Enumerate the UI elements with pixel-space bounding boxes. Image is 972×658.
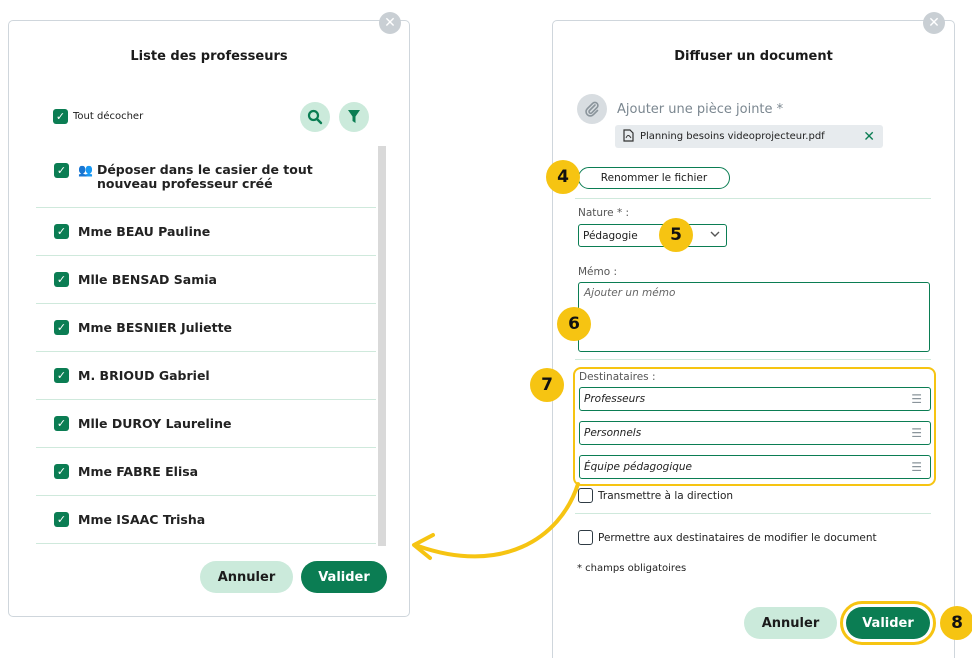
paperclip-icon <box>577 94 607 124</box>
list-item[interactable]: ✓ Mme BEAU Pauline <box>36 208 376 256</box>
teacher-name: Mlle DUROY Laureline <box>78 416 232 431</box>
teacher-name: Mme FABRE Elisa <box>78 464 199 479</box>
list-icon[interactable]: ☰ <box>911 460 922 474</box>
recipients-highlight: Destinataires : Professeurs ☰ Personnels… <box>573 367 936 486</box>
divider <box>575 198 931 199</box>
remove-file-icon[interactable]: ✕ <box>863 129 875 145</box>
dialog-title: Liste des professeurs <box>130 49 288 64</box>
share-document-dialog: Diffuser un document Ajouter une pièce j… <box>552 20 955 658</box>
add-attachment[interactable]: Ajouter une pièce jointe * <box>577 94 783 124</box>
close-icon[interactable]: ✕ <box>923 12 945 34</box>
list-item[interactable]: ✓ Mlle BENSAD Samia <box>36 256 376 304</box>
close-icon[interactable]: ✕ <box>379 12 401 34</box>
recipient-field-value: Professeurs <box>584 393 646 405</box>
list-icon[interactable]: ☰ <box>911 392 922 406</box>
recipients-label: Destinataires : <box>579 371 656 383</box>
attached-file-chip: Planning besoins videoprojecteur.pdf ✕ <box>615 125 883 148</box>
callout-badge: 4 <box>546 160 580 194</box>
pdf-file-icon <box>623 128 634 145</box>
checkbox-checked-icon: ✓ <box>54 368 69 383</box>
teacher-list[interactable]: ✓ 👥 Déposer dans le casier de tout nouve… <box>36 146 386 546</box>
teacher-name: M. BRIOUD Gabriel <box>78 368 210 383</box>
validate-highlight-ring <box>840 601 936 645</box>
checkbox-checked-icon: ✓ <box>54 320 69 335</box>
checkbox-checked-icon: ✓ <box>54 464 69 479</box>
teacher-name: Mme ISAAC Trisha <box>78 512 206 527</box>
filter-icon[interactable] <box>339 102 369 132</box>
validate-button[interactable]: Valider <box>301 561 387 593</box>
nature-label: Nature * : <box>578 207 630 219</box>
callout-badge: 7 <box>530 368 564 402</box>
deposit-option-row[interactable]: ✓ 👥 Déposer dans le casier de tout nouve… <box>36 146 376 208</box>
checkbox-checked-icon: ✓ <box>54 224 69 239</box>
dialog-title: Diffuser un document <box>674 49 833 64</box>
toggle-all-label: Tout décocher <box>73 111 144 122</box>
divider <box>575 359 931 360</box>
checkbox-unchecked-icon <box>578 488 593 503</box>
cancel-button[interactable]: Annuler <box>200 561 293 593</box>
attached-file-name: Planning besoins videoprojecteur.pdf <box>640 131 825 142</box>
forward-direction-checkbox[interactable]: Transmettre à la direction <box>578 488 733 503</box>
recipient-field-team[interactable]: Équipe pédagogique ☰ <box>579 455 931 479</box>
list-item[interactable]: ✓ Mme ISAAC Trisha <box>36 496 376 544</box>
memo-label: Mémo : <box>578 266 618 278</box>
chevron-down-icon <box>710 230 720 241</box>
divider <box>575 513 931 514</box>
allow-edit-checkbox[interactable]: Permettre aux destinataires de modifier … <box>578 530 877 545</box>
list-item[interactable]: ✓ Mlle DUROY Laureline <box>36 400 376 448</box>
people-icon: 👥 <box>78 163 93 177</box>
forward-direction-label: Transmettre à la direction <box>598 489 734 502</box>
checkbox-unchecked-icon <box>578 530 593 545</box>
list-item[interactable]: ✓ M. BRIOUD Gabriel <box>36 352 376 400</box>
list-item[interactable]: ✓ Mme BESNIER Juliette <box>36 304 376 352</box>
teacher-name: Mme BEAU Pauline <box>78 224 211 239</box>
toggle-all-checkbox[interactable]: ✓ Tout décocher <box>53 109 143 124</box>
allow-edit-label: Permettre aux destinataires de modifier … <box>598 531 877 544</box>
rename-file-button[interactable]: Renommer le fichier <box>578 167 730 189</box>
list-icon[interactable]: ☰ <box>911 426 922 440</box>
deposit-option-label: Déposer dans le casier de tout nouveau p… <box>96 162 313 191</box>
nature-value: Pédagogie <box>583 229 638 242</box>
recipient-field-value: Équipe pédagogique <box>584 461 693 473</box>
callout-badge: 6 <box>557 307 591 341</box>
list-scrollbar[interactable] <box>378 146 386 546</box>
recipient-field-staff[interactable]: Personnels ☰ <box>579 421 931 445</box>
recipient-field-teachers[interactable]: Professeurs ☰ <box>579 387 931 411</box>
teacher-name: Mlle BENSAD Samia <box>78 272 217 287</box>
teacher-name: Mme BESNIER Juliette <box>78 320 233 335</box>
cancel-button[interactable]: Annuler <box>744 607 837 639</box>
teacher-list-dialog: Liste des professeurs ✓ Tout décocher ✓ … <box>8 20 410 617</box>
recipient-field-value: Personnels <box>584 427 642 439</box>
checkbox-checked-icon: ✓ <box>54 512 69 527</box>
checkbox-checked-icon: ✓ <box>53 109 68 124</box>
nature-select[interactable]: Pédagogie <box>578 224 727 247</box>
add-attachment-label: Ajouter une pièce jointe * <box>617 101 784 117</box>
memo-textarea[interactable]: Ajouter un mémo <box>578 282 930 352</box>
callout-badge: 8 <box>940 606 972 640</box>
search-icon[interactable] <box>300 102 330 132</box>
callout-badge: 5 <box>659 218 693 252</box>
checkbox-checked-icon: ✓ <box>54 416 69 431</box>
list-item[interactable]: ✓ Mme FABRE Elisa <box>36 448 376 496</box>
checkbox-checked-icon: ✓ <box>54 272 69 287</box>
checkbox-checked-icon: ✓ <box>54 163 69 178</box>
required-fields-note: * champs obligatoires <box>577 563 687 574</box>
